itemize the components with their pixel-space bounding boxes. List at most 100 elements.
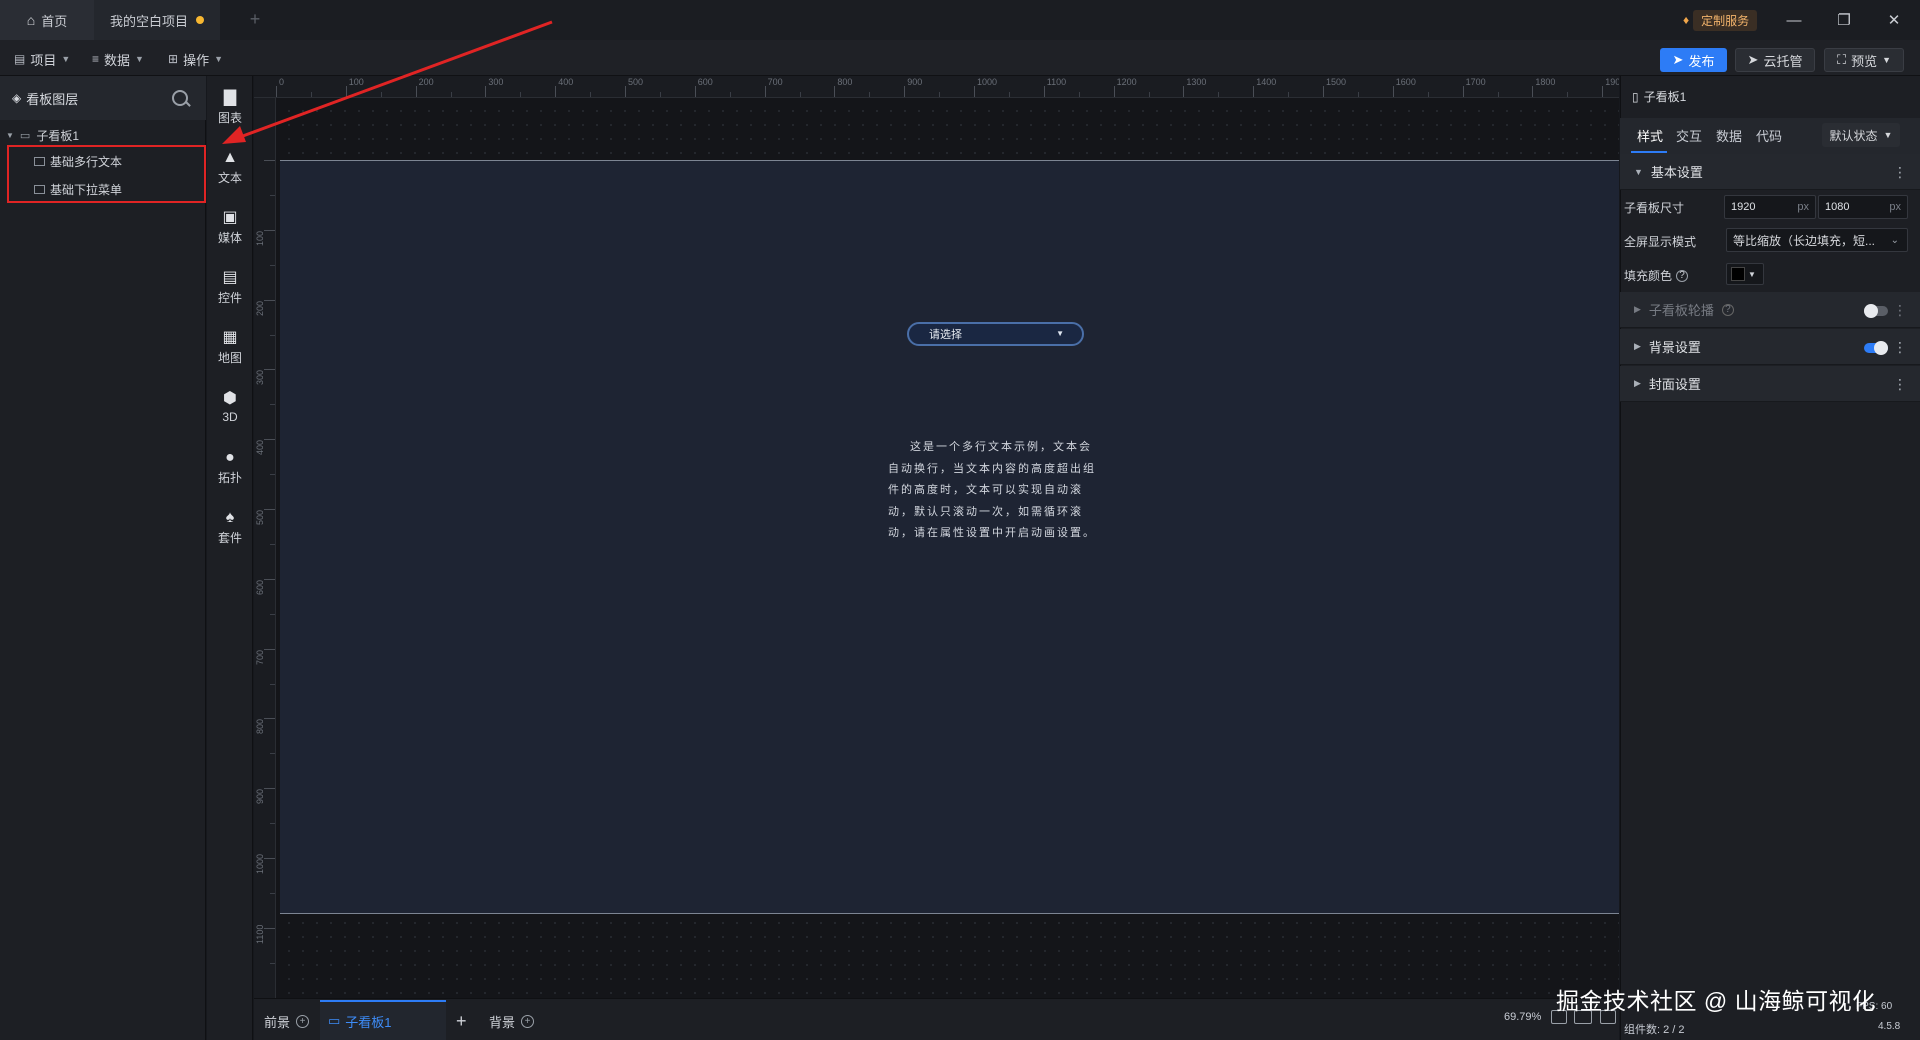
ruler-label: 700 xyxy=(255,649,265,665)
more-vertical-icon[interactable]: ⋮ xyxy=(1893,339,1907,356)
properties-panel xyxy=(1620,76,1920,1040)
menu-data[interactable]: ≡ 数据 ▼ xyxy=(92,48,144,70)
send-icon: ➤ xyxy=(1747,52,1759,67)
tab-project[interactable]: 我的空白项目 xyxy=(94,0,220,40)
tab-foreground[interactable]: 前景 + xyxy=(264,1008,310,1034)
custom-service-button[interactable]: ♦ 定制服务 xyxy=(1683,9,1769,31)
fill-color-picker[interactable]: ▼ xyxy=(1726,263,1764,285)
caret-down-icon: ▼ xyxy=(1748,269,1756,279)
ruler-tick xyxy=(625,86,626,97)
width-input[interactable]: 1920 px xyxy=(1724,195,1816,219)
rail-item-3d[interactable]: ⬢ 3D xyxy=(207,380,253,434)
dropdown-component[interactable]: 请选择 ▼ xyxy=(907,322,1084,346)
add-circle-icon[interactable]: + xyxy=(296,1014,310,1028)
ruler-label: 900 xyxy=(907,77,923,87)
tab-style[interactable]: 样式 xyxy=(1637,126,1663,145)
state-select[interactable]: 默认状态 ▼ xyxy=(1822,123,1900,147)
more-vertical-icon[interactable]: ⋮ xyxy=(1893,164,1907,181)
ruler-label: 1400 xyxy=(1256,77,1277,87)
ruler-tick xyxy=(270,683,275,685)
ruler-tick xyxy=(590,92,592,97)
file-icon: ▤ xyxy=(14,52,26,66)
section-basic[interactable]: ▼ 基本设置 ⋮ xyxy=(1620,154,1920,190)
ruler-label: 1700 xyxy=(1465,77,1486,87)
ruler-tick xyxy=(270,753,275,755)
width-value: 1920 xyxy=(1731,201,1756,213)
fullscreen-mode-select[interactable]: 等比缩放（长边填充，短... ⌄ xyxy=(1726,228,1908,252)
cloud-host-button[interactable]: ➤ 云托管 xyxy=(1735,48,1815,72)
preview-button[interactable]: ⛶ 预览 ▼ xyxy=(1824,48,1904,72)
tab-data[interactable]: 数据 xyxy=(1716,126,1742,145)
ruler-tick xyxy=(264,858,275,859)
ruler-tick xyxy=(974,86,975,97)
text-icon: ▲ xyxy=(222,148,238,166)
ruler-label: 500 xyxy=(255,509,265,525)
ruler-tick xyxy=(1113,86,1115,97)
unit-label: px xyxy=(1889,201,1901,213)
ruler-tick xyxy=(1357,92,1359,97)
tab-board-label: 子看板1 xyxy=(345,1014,392,1030)
fullscreen-mode-value: 等比缩放（长边填充，短... xyxy=(1733,233,1876,248)
expand-triangle-icon[interactable]: ▼ xyxy=(6,131,14,140)
background-toggle[interactable] xyxy=(1864,341,1888,355)
watermark: 掘金技术社区 @ 山海鲸可视化 xyxy=(1556,988,1876,1014)
database-icon: ≡ xyxy=(92,52,100,66)
tab-board[interactable]: ▭ 子看板1 xyxy=(320,1000,446,1040)
section-cover-label: 封面设置 xyxy=(1648,377,1701,392)
menu-project-label: 项目 xyxy=(30,52,57,68)
rail-item-label: 套件 xyxy=(217,530,242,545)
restore-button[interactable]: ❐ xyxy=(1832,8,1856,32)
zoom-level[interactable]: 69.79% xyxy=(1504,1011,1541,1023)
ruler-label: 700 xyxy=(767,77,783,87)
ruler-label: 1100 xyxy=(255,924,265,944)
tab-home[interactable]: ⌂ 首页 xyxy=(0,0,94,40)
ruler-tick xyxy=(1183,86,1185,97)
publish-button[interactable]: ➤ 发布 xyxy=(1660,48,1727,72)
add-board-button[interactable]: + xyxy=(456,1008,467,1034)
unit-label: px xyxy=(1797,201,1809,213)
board-icon: ▯ xyxy=(1632,89,1639,104)
ruler-label: 1900 xyxy=(1605,77,1619,87)
ruler-tick xyxy=(264,439,275,441)
chevron-down-icon: ▼ xyxy=(1882,55,1892,65)
ruler-label: 1600 xyxy=(1395,77,1416,87)
rail-item-text[interactable]: ▲ 文本 xyxy=(207,140,253,194)
rail-item-label: 拓扑 xyxy=(217,470,242,485)
tree-item-board-label: 子看板1 xyxy=(36,128,80,143)
search-icon[interactable] xyxy=(172,90,188,106)
rail-item-topology[interactable]: ● 拓扑 xyxy=(207,440,253,494)
tab-interaction[interactable]: 交互 xyxy=(1676,126,1702,145)
height-input[interactable]: 1080 px xyxy=(1818,195,1908,219)
ruler-tick xyxy=(1392,86,1394,97)
ruler-tick xyxy=(694,86,696,97)
help-icon[interactable]: ? xyxy=(1676,269,1689,282)
tab-code[interactable]: 代码 xyxy=(1756,126,1782,145)
tab-foreground-label: 前景 xyxy=(264,1014,291,1030)
chevron-down-icon: ⌄ xyxy=(1890,234,1899,246)
menu-project[interactable]: ▤ 项目 ▼ xyxy=(14,48,70,70)
ruler-tick xyxy=(270,892,275,894)
add-circle-icon[interactable]: + xyxy=(521,1014,535,1028)
carousel-toggle[interactable] xyxy=(1864,304,1888,318)
ruler-tick xyxy=(1288,92,1290,97)
rail-item-map[interactable]: ▦ 地图 xyxy=(207,320,253,374)
tab-background[interactable]: 背景 + xyxy=(489,1008,535,1034)
more-vertical-icon[interactable]: ⋮ xyxy=(1893,302,1907,319)
rail-item-widget[interactable]: ▤ 控件 xyxy=(207,260,253,314)
ruler-label: 800 xyxy=(837,77,853,87)
more-vertical-icon[interactable]: ⋮ xyxy=(1893,376,1907,393)
toggle-knob xyxy=(1874,341,1888,355)
ruler-tick xyxy=(764,86,766,97)
rail-item-media[interactable]: ▣ 媒体 xyxy=(207,200,253,254)
rail-item-kit[interactable]: ♠ 套件 xyxy=(207,500,253,554)
section-cover[interactable]: ▶ 封面设置 ⋮ xyxy=(1620,366,1920,402)
multiline-text-component[interactable]: 这是一个多行文本示例，文本会自动换行，当文本内容的高度超出组件的高度时，文本可以… xyxy=(888,437,1098,545)
close-button[interactable]: ✕ xyxy=(1882,8,1906,32)
ruler-tick xyxy=(264,718,275,720)
ruler-tick xyxy=(270,264,275,266)
dropdown-placeholder: 请选择 xyxy=(929,329,962,341)
help-icon[interactable]: ? xyxy=(1721,303,1734,316)
minimize-button[interactable]: — xyxy=(1782,8,1806,32)
ruler-tick xyxy=(1323,86,1324,97)
ruler-label: 1200 xyxy=(1116,77,1137,87)
